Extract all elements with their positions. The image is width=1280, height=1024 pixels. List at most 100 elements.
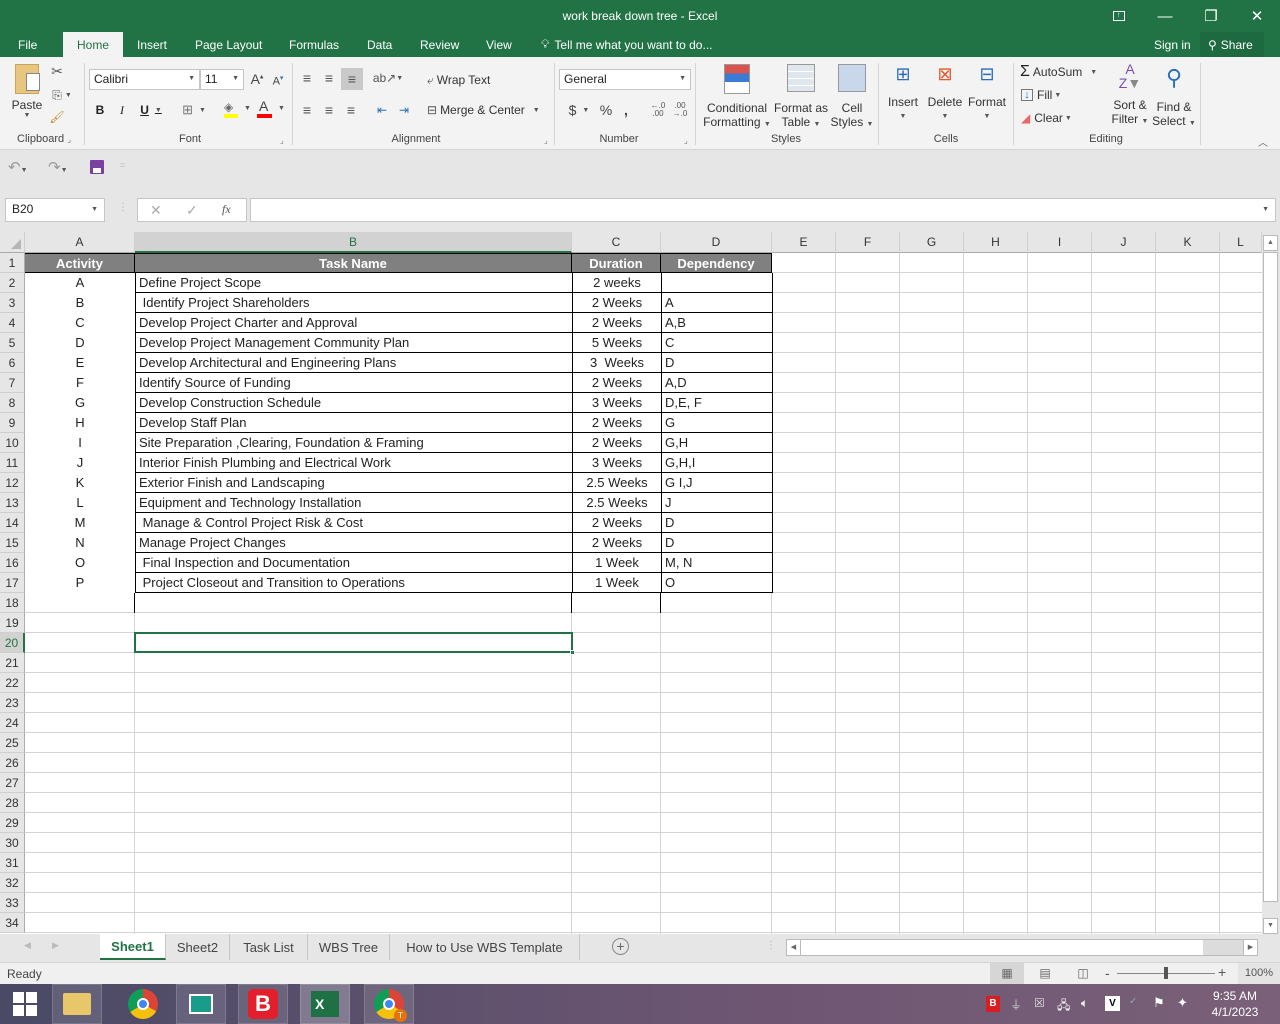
table-cell-activity[interactable]: P [25, 573, 135, 593]
horizontal-scroll-thumb[interactable] [801, 940, 1203, 955]
paste-button[interactable]: Paste ▼ [8, 62, 46, 124]
taskbar-chrome[interactable] [118, 984, 168, 1024]
row-header-25[interactable]: 25 [0, 733, 25, 753]
cut-button[interactable]: ✂ [48, 62, 66, 80]
decrease-decimal-button[interactable]: .00 →.0 [670, 100, 690, 120]
sheet-tab-wbs-tree[interactable]: WBS Tree [308, 934, 390, 960]
worksheet-grid[interactable]: A B C D E F G H I J K L 1 2 3 4 5 6 7 8 9 10 11 12 13 14 15 16 17 18 1… [0, 232, 1262, 934]
row-header-9[interactable]: 9 [0, 413, 25, 433]
insert-cells-button[interactable]: ⊞ Insert ▼ [884, 62, 922, 130]
table-cell-duration[interactable]: 2 Weeks [572, 533, 661, 553]
table-cell-duration[interactable]: 5 Weeks [572, 333, 661, 353]
increase-indent-button[interactable]: ⇥ [395, 100, 413, 120]
fill-color-button[interactable]: ◈ ▼ [222, 100, 254, 120]
formula-input[interactable]: ▼ [250, 198, 1276, 222]
table-cell-activity[interactable]: H [25, 413, 135, 433]
table-cell-task[interactable]: Develop Architectural and Engineering Pl… [135, 353, 572, 373]
tell-me-search[interactable]: 💡︎ Tell me what you want to do... [533, 32, 721, 57]
table-cell-task[interactable]: Define Project Scope [135, 273, 572, 293]
table-cell-task[interactable]: Final Inspection and Documentation [135, 553, 572, 573]
tray-exe-icon[interactable]: ✓ [1129, 996, 1137, 1007]
table-cell-dependency[interactable]: D [661, 513, 773, 533]
table-cell-activity[interactable]: K [25, 473, 135, 493]
fill-handle[interactable] [570, 650, 575, 655]
table-cell-activity[interactable]: A [25, 273, 135, 293]
enter-icon[interactable]: ✓ [186, 202, 198, 219]
taskbar-remote-desktop[interactable] [176, 984, 226, 1024]
row-header-4[interactable]: 4 [0, 313, 25, 333]
clear-button[interactable]: ◢ Clear ▼ [1021, 109, 1072, 127]
wrap-text-button[interactable]: ⤶ Wrap Text [427, 70, 490, 90]
table-cell-duration[interactable]: 3 Weeks [572, 393, 661, 413]
ribbon-display-options-button[interactable]: ↑ [1096, 0, 1142, 32]
cell-styles-button[interactable]: Cell Styles ▼ [830, 62, 874, 130]
table-cell-task[interactable]: Manage Project Changes [135, 533, 572, 553]
table-cell-task[interactable]: Site Preparation ,Clearing, Foundation &… [135, 433, 572, 453]
table-cell-duration[interactable]: 3 Weeks [572, 453, 661, 473]
column-header-f[interactable]: F [836, 232, 900, 253]
tab-formulas[interactable]: Formulas [281, 32, 347, 57]
tab-split-handle[interactable]: ⋮ [766, 940, 776, 951]
top-align-button[interactable]: ≡ [298, 68, 316, 88]
table-cell-duration[interactable]: 2.5 Weeks [572, 473, 661, 493]
table-cell-task[interactable]: Equipment and Technology Installation [135, 493, 572, 513]
dialog-launcher-icon[interactable]: ⌟ [280, 136, 284, 145]
tray-volume-icon[interactable]: 🔈︎ [1081, 996, 1088, 1011]
table-header-activity[interactable]: Activity [25, 253, 135, 273]
table-cell-task[interactable]: Develop Project Charter and Approval [135, 313, 572, 333]
bold-button[interactable]: B [92, 100, 108, 120]
selected-cell-b20[interactable] [134, 632, 573, 653]
table-cell-duration[interactable]: 1 Week [572, 553, 661, 573]
align-left-button[interactable]: ≡ [298, 100, 316, 120]
close-button[interactable]: ✕ [1234, 0, 1280, 32]
table-header-duration[interactable]: Duration [572, 253, 661, 273]
table-cell-task[interactable]: Exterior Finish and Landscaping [135, 473, 572, 493]
taskbar-bitdefender[interactable]: B [238, 984, 288, 1024]
table-header-dependency[interactable]: Dependency [661, 253, 772, 273]
tray-security-icon[interactable]: ☒ [1034, 996, 1045, 1010]
row-header-24[interactable]: 24 [0, 713, 25, 733]
table-cell-task[interactable]: Develop Staff Plan [135, 413, 572, 433]
undo-button[interactable]: ↶▼ [8, 158, 28, 176]
table-cell-dependency[interactable]: A,B [661, 313, 773, 333]
customize-qat-button[interactable]: = [120, 160, 125, 170]
row-header-1[interactable]: 1 [0, 253, 25, 273]
normal-view-button[interactable]: ▦ [990, 963, 1024, 984]
merge-center-button[interactable]: ⊟ Merge & Center ▼ [427, 100, 540, 120]
table-cell-activity[interactable]: M [25, 513, 135, 533]
row-header-30[interactable]: 30 [0, 833, 25, 853]
row-header-14[interactable]: 14 [0, 513, 25, 533]
fill-button[interactable]: ↓ Fill ▼ [1021, 86, 1061, 104]
minimize-button[interactable]: — [1142, 0, 1188, 32]
sheet-tab-how-to-use[interactable]: How to Use WBS Template [390, 934, 580, 960]
row-header-20[interactable]: 20 [0, 633, 25, 653]
table-cell-activity[interactable]: N [25, 533, 135, 553]
row-header-27[interactable]: 27 [0, 773, 25, 793]
table-cell-dependency[interactable]: O [661, 573, 773, 593]
table-cell-activity[interactable]: D [25, 333, 135, 353]
table-cell-dependency[interactable]: C [661, 333, 773, 353]
tab-review[interactable]: Review [412, 32, 467, 57]
table-cell-activity[interactable]: I [25, 433, 135, 453]
clock[interactable]: 9:35 AM 4/1/2023 [1200, 988, 1270, 1020]
prev-sheet-button[interactable]: ◀ [24, 940, 31, 951]
format-cells-button[interactable]: ⊟ Format ▼ [966, 62, 1008, 130]
tab-home[interactable]: Home [63, 32, 123, 57]
column-header-i[interactable]: I [1028, 232, 1092, 253]
table-cell-task[interactable]: Identify Project Shareholders [135, 293, 572, 313]
row-header-31[interactable]: 31 [0, 853, 25, 873]
borders-button[interactable]: ⊞ ▼ [178, 100, 210, 120]
row-header-5[interactable]: 5 [0, 333, 25, 353]
column-header-j[interactable]: J [1092, 232, 1156, 253]
table-cell-duration[interactable]: 2 Weeks [572, 433, 661, 453]
expand-formula-bar-icon[interactable]: ▼ [1262, 206, 1269, 213]
row-header-16[interactable]: 16 [0, 553, 25, 573]
tray-bitdefender-icon[interactable]: B [986, 996, 1000, 1012]
row-header-13[interactable]: 13 [0, 493, 25, 513]
table-cell-dependency[interactable] [661, 273, 773, 293]
taskbar-file-explorer[interactable] [52, 984, 102, 1024]
table-cell-activity[interactable]: C [25, 313, 135, 333]
insert-function-icon[interactable]: fx [222, 202, 231, 217]
dialog-launcher-icon[interactable]: ⌟ [544, 136, 548, 145]
align-right-button[interactable]: ≡ [342, 100, 360, 120]
